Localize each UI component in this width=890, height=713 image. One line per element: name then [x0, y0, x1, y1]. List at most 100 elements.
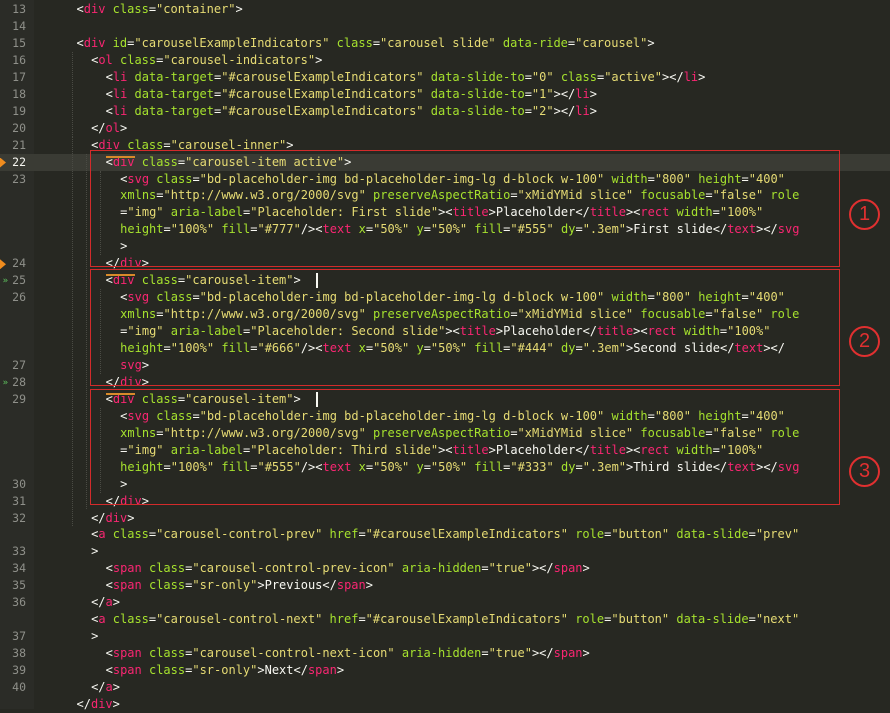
code-editor[interactable]: 13 14 15 16 17 18 19 20 21 22 23 24 25» 26 27 28» 29 30 31… [0, 0, 890, 711]
code-token: = [358, 527, 366, 542]
line-number: 29 [0, 391, 26, 408]
code-line[interactable]: <div id = "carouselExampleIndicators" clas… [77, 35, 655, 52]
line-number: 32 [0, 510, 26, 527]
line-number [0, 323, 26, 340]
highlight-box-second-slide [90, 269, 840, 386]
code-token: class [329, 35, 373, 50]
code-token: data-target [127, 103, 214, 118]
code-token: "sr-only" [192, 663, 258, 678]
code-token: class [112, 52, 157, 67]
code-line[interactable]: <a class="carousel-control-prev" href="#… [91, 526, 799, 543]
code-token: < [105, 69, 113, 84]
code-line[interactable]: </ol> [91, 120, 127, 137]
line-number-text: 16 [12, 52, 26, 67]
line-number-text: 17 [12, 69, 26, 84]
line-number: 16 [0, 52, 26, 69]
code-line[interactable]: <span class="carousel-control-prev-icon"… [106, 560, 590, 577]
code-line[interactable]: </a> [91, 679, 120, 696]
code-token: "carousel-control-prev" [156, 527, 323, 542]
code-token: data-target [127, 86, 214, 101]
line-number: 33 [0, 543, 26, 560]
code-token: data-ride [495, 35, 568, 50]
line-number-text: 21 [12, 137, 26, 152]
code-token: li [683, 69, 699, 84]
line-number: 36 [0, 594, 26, 611]
code-token: = [148, 2, 157, 16]
code-line[interactable]: > [91, 543, 98, 560]
code-token: id [105, 35, 128, 50]
code-line[interactable]: <li data-target="#carouselExampleIndicat… [106, 69, 706, 86]
code-line[interactable]: <span class="sr-only">Next</span> [106, 662, 344, 679]
code-token: class [105, 612, 149, 627]
code-line[interactable]: </a> [91, 594, 120, 611]
line-number-text: 14 [12, 18, 26, 33]
code-token: "2" [531, 103, 554, 118]
code-token: class [105, 527, 149, 542]
line-number-text: 20 [12, 120, 26, 135]
code-line[interactable]: <li data-target="#carouselExampleIndicat… [106, 86, 597, 103]
code-token: "carouselExampleIndicators" [134, 35, 330, 50]
code-token: > [647, 35, 655, 50]
code-token: div [83, 2, 106, 16]
code-token: li [112, 103, 128, 118]
code-token: aria-hidden [394, 561, 482, 576]
code-token: a [105, 595, 113, 610]
line-number: 30 [0, 476, 26, 493]
code-line[interactable]: <li data-target="#carouselExampleIndicat… [106, 103, 597, 120]
code-token: </ [91, 120, 106, 135]
code-line[interactable]: <span class="sr-only">Previous</span> [106, 577, 373, 594]
line-number: 28 » [0, 374, 26, 391]
line-number-text: 37 [12, 629, 26, 644]
code-token: < [105, 86, 113, 101]
line-number [0, 306, 26, 323]
line-number: 35 [0, 577, 26, 594]
code-token: span [112, 578, 142, 593]
code-line[interactable]: <ol class="carousel-indicators"> [91, 52, 322, 69]
line-number [0, 238, 26, 255]
code-token: "true" [488, 646, 532, 661]
code-token: </ [91, 595, 106, 610]
code-token: href [322, 612, 359, 627]
line-number-text: 31 [12, 493, 26, 508]
code-token: = [481, 646, 489, 661]
code-token: > [119, 120, 128, 135]
code-token: span [112, 663, 142, 678]
code-line[interactable]: </div> [91, 510, 134, 527]
bookmark-marker-icon: » [2, 276, 8, 287]
line-number: 34 [0, 560, 26, 577]
code-token: data-slide-to [423, 86, 525, 101]
code-token: li [575, 103, 590, 118]
code-token: > [315, 52, 323, 67]
code-token: = [524, 69, 532, 84]
code-token: span [307, 663, 337, 678]
code-token: data-slide-to [423, 69, 525, 84]
code-token: "carousel-control-prev-icon" [192, 561, 395, 576]
code-token: role [567, 612, 605, 627]
code-line[interactable]: <span class="carousel-control-next-icon"… [106, 645, 590, 662]
line-number: 23 [0, 171, 26, 188]
line-number: 39 [0, 662, 26, 679]
code-token: class [141, 646, 186, 661]
code-token: "carousel slide" [380, 35, 496, 50]
code-line[interactable]: > [91, 628, 98, 645]
code-token: data-target [127, 69, 214, 84]
line-number-text: 15 [12, 35, 26, 50]
code-line[interactable]: </div> [77, 696, 120, 713]
code-token: "button" [611, 612, 670, 627]
indent-guide [72, 136, 74, 527]
line-number-text: 26 [12, 290, 26, 305]
code-token: > [698, 69, 706, 84]
line-number-gutter: 13 14 15 16 17 18 19 20 21 22 23 24 25 » 26 27 28 » 29 30 31… [0, 0, 34, 709]
code-token: > [582, 561, 590, 576]
code-token: = [524, 86, 532, 101]
code-token: < [76, 2, 84, 16]
indent-guide [86, 153, 88, 510]
code-token: "true" [488, 561, 532, 576]
code-token: >Next</ [257, 663, 308, 678]
line-number: 22 [0, 153, 34, 171]
code-line[interactable]: <a class="carousel-control-next" href="#… [91, 611, 799, 628]
line-number-text: 25 [12, 273, 26, 288]
line-number-text: 36 [12, 595, 26, 610]
code-token: ></ [531, 646, 554, 661]
code-line[interactable]: <div class="container"> [77, 1, 243, 18]
